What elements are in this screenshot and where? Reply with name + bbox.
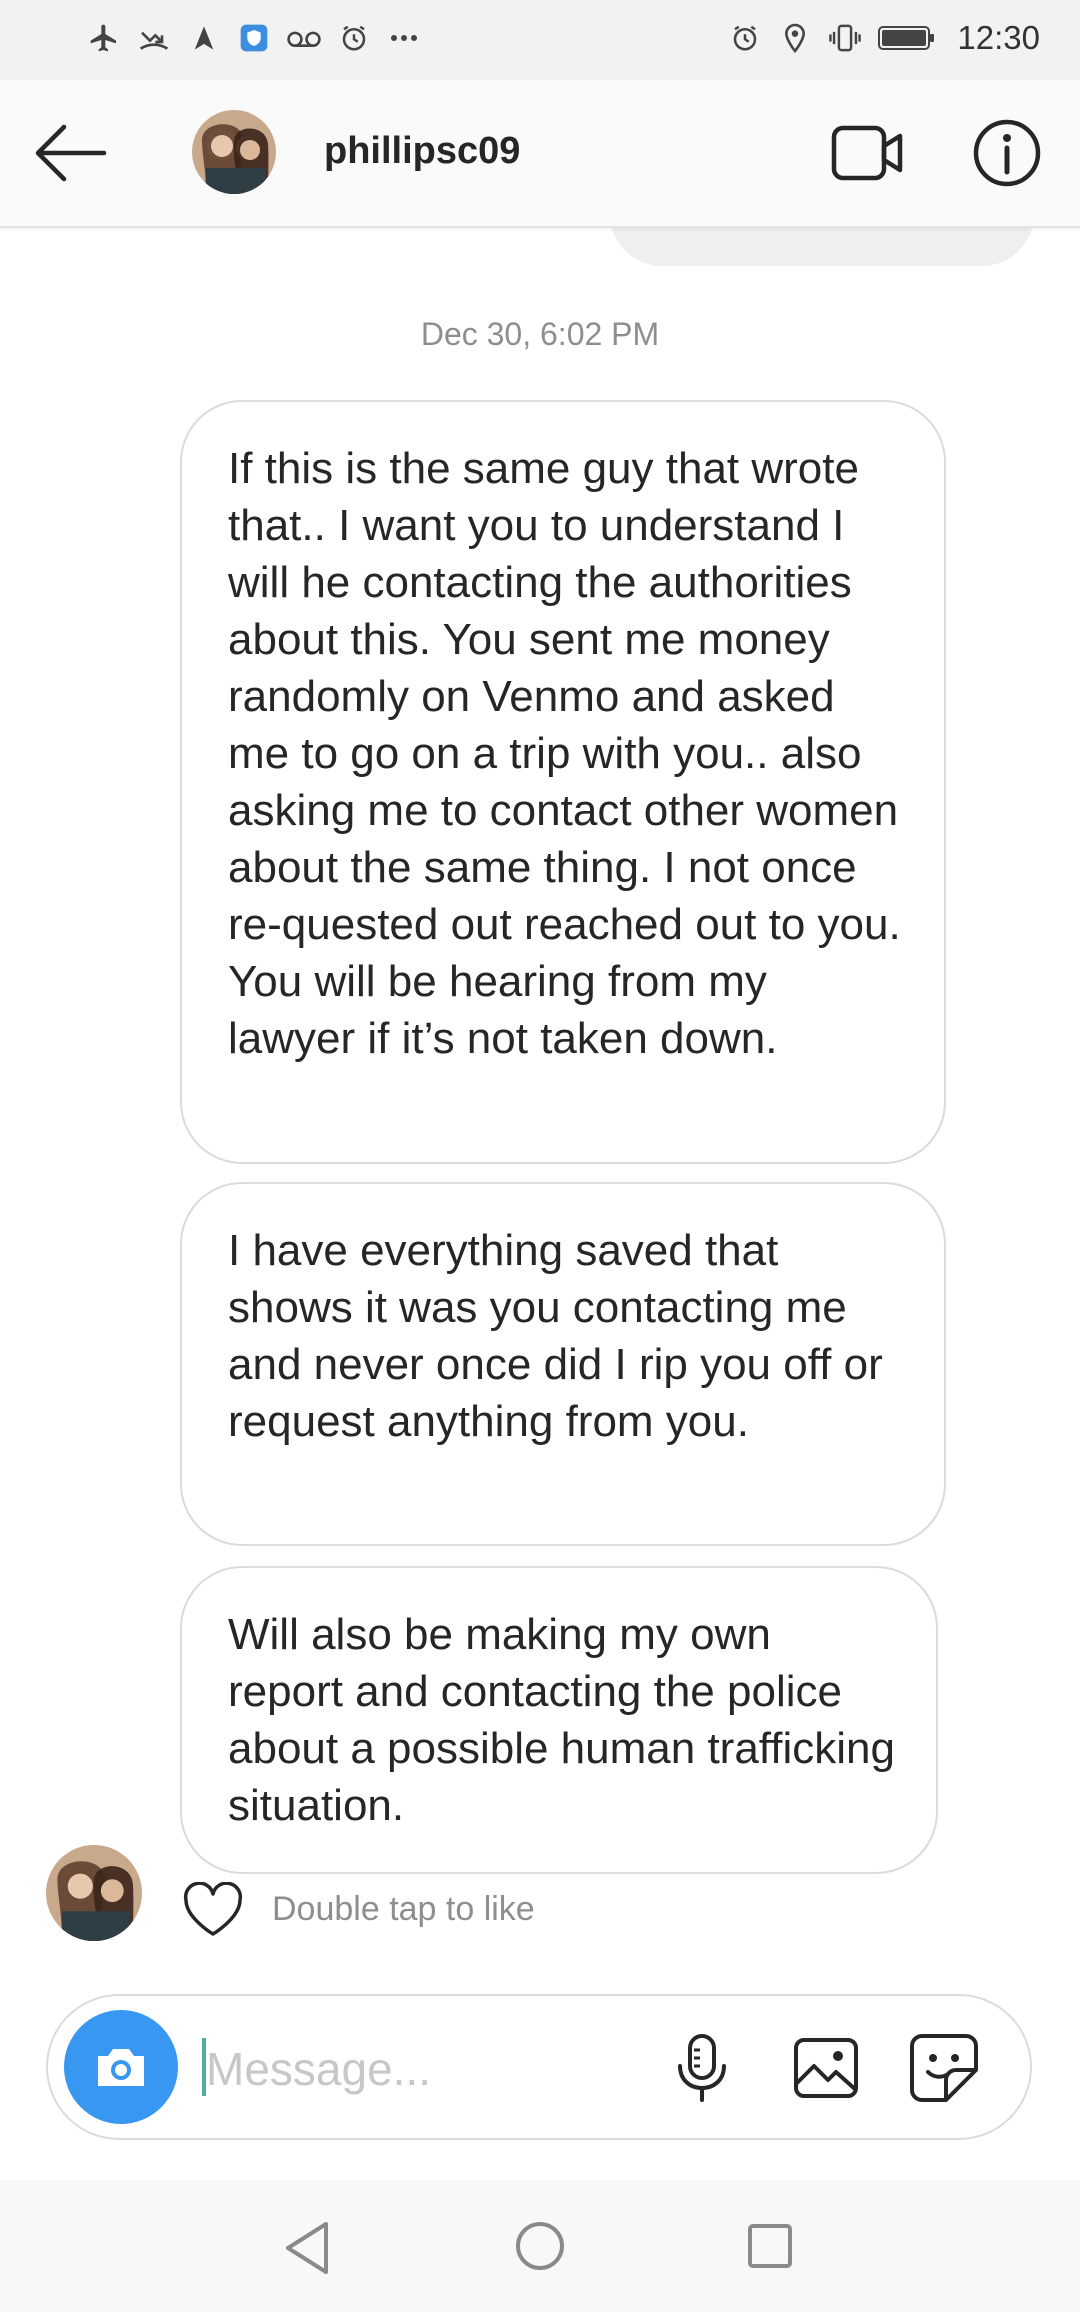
shield-icon (236, 18, 272, 58)
alarm-icon (336, 18, 372, 58)
avatar[interactable] (192, 110, 276, 194)
sticker-button[interactable] (908, 2032, 980, 2104)
back-arrow-icon (35, 124, 107, 182)
back-button[interactable] (32, 118, 112, 188)
info-icon (973, 119, 1041, 187)
missed-call-icon (136, 18, 172, 58)
more-icon (386, 18, 422, 58)
header-username[interactable]: phillipsc09 (324, 130, 520, 173)
clock: 12:30 (957, 19, 1040, 56)
nav-recents-button[interactable] (746, 2222, 794, 2270)
voice-message-button[interactable] (674, 2032, 730, 2104)
circle-home-icon (516, 2222, 564, 2270)
heart-icon[interactable] (182, 1881, 244, 1938)
square-recents-icon (748, 2224, 792, 2268)
sticker-icon (910, 2034, 978, 2102)
sender-avatar[interactable] (46, 1845, 142, 1941)
nav-back-button[interactable] (282, 2220, 332, 2276)
airplane-icon (86, 18, 122, 58)
triangle-back-icon (286, 2222, 328, 2274)
info-button[interactable] (972, 118, 1042, 188)
message-bubble[interactable]: Will also be making my own report and co… (180, 1566, 938, 1874)
camera-icon (98, 2049, 144, 2086)
message-text: Will also be making my own report and co… (228, 1610, 895, 1830)
gallery-button[interactable] (792, 2036, 860, 2100)
status-bar: 12:30 (0, 0, 1080, 80)
status-right-icons: 12:30 (727, 18, 1040, 58)
video-call-icon (831, 125, 903, 181)
message-timestamp: Dec 30, 6:02 PM (420, 316, 660, 352)
message-bubble[interactable]: If this is the same guy that wrote that.… (180, 400, 946, 1164)
navigation-icon (186, 18, 222, 58)
video-call-button[interactable] (830, 120, 906, 186)
nav-home-button[interactable] (514, 2220, 566, 2272)
message-text: I have everything saved that shows it wa… (228, 1226, 883, 1446)
message-input[interactable] (204, 2026, 688, 2112)
navigation-bar (0, 2180, 1080, 2312)
double-tap-hint: Double tap to like (272, 1890, 535, 1928)
camera-button[interactable] (64, 2010, 178, 2124)
message-composer (46, 1994, 1032, 2140)
battery-icon (877, 18, 937, 58)
gallery-icon (794, 2038, 858, 2098)
location-icon (777, 18, 813, 58)
message-bubble[interactable]: I have everything saved that shows it wa… (180, 1182, 946, 1546)
alarm-icon (727, 18, 763, 58)
chat-header: phillipsc09 (0, 80, 1080, 228)
microphone-icon (678, 2034, 726, 2102)
message-text: If this is the same guy that wrote that.… (228, 444, 901, 1063)
vibrate-icon (827, 18, 863, 58)
voicemail-icon (286, 18, 322, 58)
status-left-icons (86, 18, 422, 58)
